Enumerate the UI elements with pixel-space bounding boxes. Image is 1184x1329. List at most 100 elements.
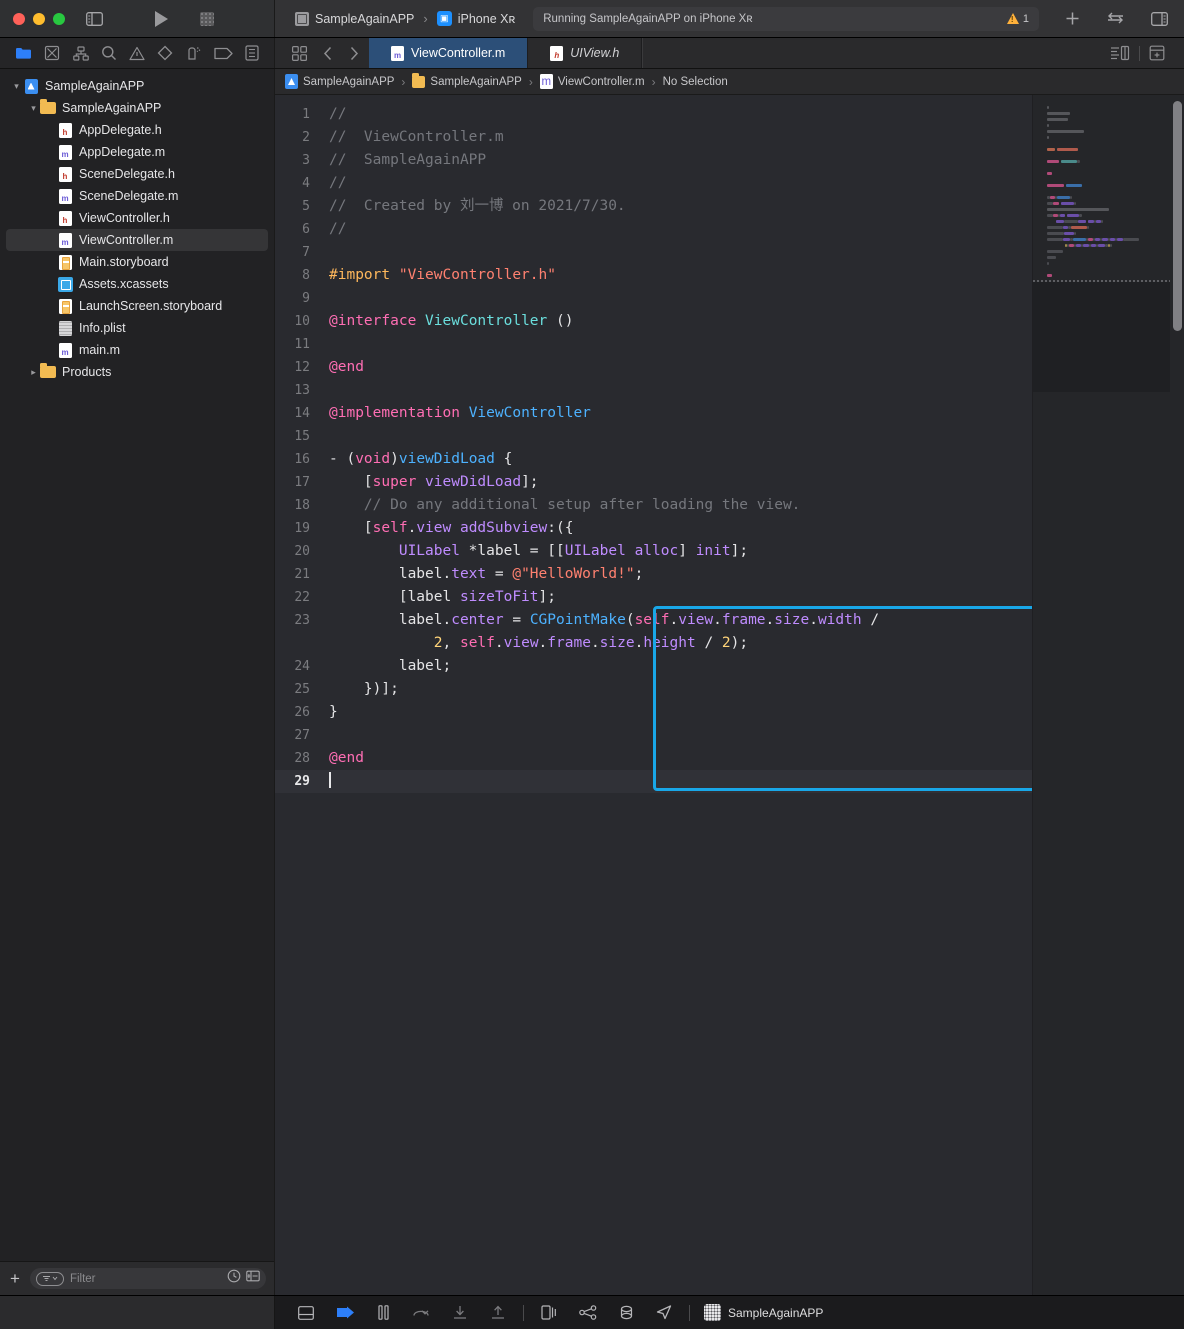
inspector-toggle-icon[interactable] xyxy=(1151,11,1168,26)
sidebar-toggle-icon[interactable] xyxy=(86,11,103,26)
breakpoint-tag-icon[interactable] xyxy=(213,47,233,60)
tab-viewcontroller-m[interactable]: m ViewController.m xyxy=(369,38,529,68)
window-traffic-lights[interactable] xyxy=(13,12,65,25)
close-button[interactable] xyxy=(13,12,25,25)
code-line-21[interactable]: 21 label.text = @"HelloWorld!"; xyxy=(275,563,1032,586)
chevron-right-icon[interactable] xyxy=(341,46,367,61)
chevron-down-icon[interactable]: ▾ xyxy=(27,103,40,114)
tab-uiview-h[interactable]: h UIView.h xyxy=(528,38,643,68)
code-line-1[interactable]: 1 // xyxy=(275,103,1032,126)
code-line-6[interactable]: 6 // xyxy=(275,218,1032,241)
plus-icon[interactable] xyxy=(1065,11,1080,26)
tree-item-scenedelegate-h[interactable]: h SceneDelegate.h xyxy=(0,163,274,185)
code-line-7[interactable]: 7 xyxy=(275,241,1032,264)
add-editor-icon[interactable] xyxy=(1140,45,1174,61)
code-line-10[interactable]: 10 @interface ViewController () xyxy=(275,310,1032,333)
file-tree[interactable]: ▾ SampleAgainAPP ▾ SampleAgainAPP h AppDelega… xyxy=(0,69,274,1261)
run-play-icon[interactable] xyxy=(155,10,168,27)
code-line-22[interactable]: 22 [label sizeToFit]; xyxy=(275,586,1032,609)
location-arrow-icon[interactable] xyxy=(645,1305,683,1320)
tree-item-assets-xcassets[interactable]: Assets.xcassets xyxy=(0,273,274,295)
add-file-button[interactable]: + xyxy=(8,1270,22,1287)
code-line-8[interactable]: 8 #import "ViewController.h" xyxy=(275,264,1032,287)
tree-item-viewcontroller-m[interactable]: m ViewController.m xyxy=(6,229,268,251)
tab-grid-icon[interactable] xyxy=(284,45,315,61)
search-icon[interactable] xyxy=(101,45,117,61)
tree-item-main-storyboard[interactable]: Main.storyboard xyxy=(0,251,274,273)
show-debug-area-icon[interactable] xyxy=(287,1305,325,1320)
chevron-right-icon[interactable]: ▸ xyxy=(27,367,40,378)
debug-gauge-icon[interactable] xyxy=(185,45,201,61)
activity-status-bar[interactable]: Running SampleAgainAPP on iPhone Xʀ 1 xyxy=(533,6,1039,31)
step-out-icon[interactable] xyxy=(479,1305,517,1320)
pause-icon[interactable] xyxy=(366,1305,401,1320)
test-diamond-icon[interactable] xyxy=(157,45,173,61)
editor-options-icon[interactable] xyxy=(1101,45,1139,61)
tree-item-launchscreen-storyboard[interactable]: LaunchScreen.storyboard xyxy=(0,295,274,317)
step-continue-icon[interactable] xyxy=(325,1306,366,1319)
sourcecontrol-filter-icon[interactable] xyxy=(246,1269,260,1288)
tree-item-appdelegate-m[interactable]: m AppDelegate.m xyxy=(0,141,274,163)
code-line-18[interactable]: 18 // Do any additional setup after load… xyxy=(275,494,1032,517)
tree-item-appdelegate-h[interactable]: h AppDelegate.h xyxy=(0,119,274,141)
view-hierarchy-icon[interactable] xyxy=(530,1305,568,1320)
tree-item-viewcontroller-h[interactable]: h ViewController.h xyxy=(0,207,274,229)
stop-square-icon[interactable] xyxy=(200,11,214,26)
zoom-button[interactable] xyxy=(53,12,65,25)
code-line-2[interactable]: 2 // ViewController.m xyxy=(275,126,1032,149)
debug-target-chip[interactable]: SampleAgainAPP xyxy=(704,1304,823,1321)
code-line-9[interactable]: 9 xyxy=(275,287,1032,310)
breadcrumb-item-0[interactable]: SampleAgainAPP xyxy=(285,74,394,89)
symbol-hierarchy-icon[interactable] xyxy=(72,45,89,61)
chevron-down-icon[interactable]: ▾ xyxy=(10,81,23,92)
code-line-15[interactable]: 15 xyxy=(275,425,1032,448)
code-line-23[interactable]: 23 label.center = CGPointMake(self.view.… xyxy=(275,609,1032,655)
code-line-4[interactable]: 4 // xyxy=(275,172,1032,195)
tree-item-main-m[interactable]: m main.m xyxy=(0,339,274,361)
code-lines[interactable]: 1 // 2 // ViewController.m 3 // SampleAgainAP… xyxy=(275,95,1032,793)
code-line-29[interactable]: 29 xyxy=(275,770,1032,793)
breadcrumb-item-3[interactable]: No Selection xyxy=(663,76,728,88)
folder-icon[interactable] xyxy=(15,46,32,60)
tree-item-products[interactable]: ▸ Products xyxy=(0,361,274,383)
code-line-3[interactable]: 3 // SampleAgainAPP xyxy=(275,149,1032,172)
code-line-27[interactable]: 27 xyxy=(275,724,1032,747)
breadcrumb-item-1[interactable]: SampleAgainAPP xyxy=(412,72,522,89)
code-line-19[interactable]: 19 [self.view addSubview:({ xyxy=(275,517,1032,540)
step-over-icon[interactable] xyxy=(401,1306,441,1320)
code-line-5[interactable]: 5 // Created by 刘一博 on 2021/7/30. xyxy=(275,195,1032,218)
breadcrumb-item-2[interactable]: m ViewController.m xyxy=(539,74,645,89)
tree-item-sampleagainapp[interactable]: ▾ SampleAgainAPP xyxy=(0,97,274,119)
tree-item-scenedelegate-m[interactable]: m SceneDelegate.m xyxy=(0,185,274,207)
simulate-location-icon[interactable] xyxy=(608,1305,645,1320)
filter-toggle-icon[interactable] xyxy=(35,1271,64,1286)
code-line-24[interactable]: 24 label; xyxy=(275,655,1032,678)
code-line-12[interactable]: 12 @end xyxy=(275,356,1032,379)
minimize-button[interactable] xyxy=(33,12,45,25)
code-line-14[interactable]: 14 @implementation ViewController xyxy=(275,402,1032,425)
code-line-11[interactable]: 11 xyxy=(275,333,1032,356)
issue-warning-icon[interactable] xyxy=(129,46,145,61)
memory-graph-icon[interactable] xyxy=(568,1305,608,1320)
chevron-left-icon[interactable] xyxy=(315,46,341,61)
breadcrumb[interactable]: SampleAgainAPP › SampleAgainAPP › m ViewContr… xyxy=(275,69,1184,95)
swap-arrows-icon[interactable] xyxy=(1106,12,1125,26)
code-line-17[interactable]: 17 [super viewDidLoad]; xyxy=(275,471,1032,494)
minimap-scroll-thumb[interactable] xyxy=(1173,101,1182,331)
warning-indicator[interactable]: 1 xyxy=(1006,13,1029,25)
scheme-selector[interactable]: SampleAgainAPP › ▣ iPhone Xʀ xyxy=(289,8,521,29)
clock-icon[interactable] xyxy=(227,1269,241,1288)
tree-item-sampleagainapp[interactable]: ▾ SampleAgainAPP xyxy=(0,75,274,97)
code-line-28[interactable]: 28 @end xyxy=(275,747,1032,770)
editor-minimap[interactable] xyxy=(1032,95,1184,1295)
code-line-16[interactable]: 16 - (void)viewDidLoad { xyxy=(275,448,1032,471)
code-line-20[interactable]: 20 UILabel *label = [[UILabel alloc] ini… xyxy=(275,540,1032,563)
step-into-icon[interactable] xyxy=(441,1305,479,1320)
code-line-26[interactable]: 26} xyxy=(275,701,1032,724)
source-control-icon[interactable] xyxy=(44,45,60,61)
tree-item-info-plist[interactable]: Info.plist xyxy=(0,317,274,339)
code-line-25[interactable]: 25 })]; xyxy=(275,678,1032,701)
source-code-editor[interactable]: 1 // 2 // ViewController.m 3 // SampleAgainAP… xyxy=(275,95,1032,1295)
code-line-13[interactable]: 13 xyxy=(275,379,1032,402)
report-list-icon[interactable] xyxy=(245,45,259,61)
